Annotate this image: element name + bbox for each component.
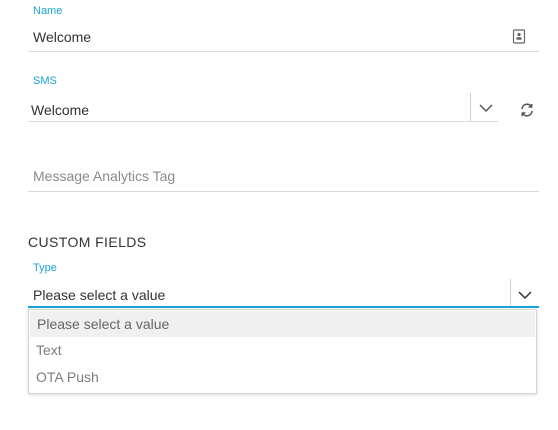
type-options-list: Please select a value Text OTA Push bbox=[28, 309, 537, 394]
option-text[interactable]: Text bbox=[29, 337, 536, 363]
refresh-icon[interactable] bbox=[519, 102, 535, 118]
contact-card-icon[interactable] bbox=[512, 29, 526, 44]
name-label: Name bbox=[33, 5, 63, 17]
option-please-select[interactable]: Please select a value bbox=[30, 311, 535, 337]
sms-dropdown-divider bbox=[470, 93, 471, 121]
analytics-underline bbox=[28, 191, 539, 192]
type-label: Type bbox=[33, 262, 57, 274]
name-underline bbox=[28, 51, 539, 52]
name-value[interactable]: Welcome bbox=[33, 29, 91, 45]
sms-underline bbox=[28, 121, 498, 122]
type-dropdown-divider bbox=[510, 279, 511, 307]
chevron-down-icon[interactable] bbox=[478, 101, 494, 113]
type-select-value[interactable]: Please select a value bbox=[33, 287, 165, 303]
custom-fields-heading: CUSTOM FIELDS bbox=[28, 234, 147, 250]
analytics-tag-input[interactable]: Message Analytics Tag bbox=[33, 168, 175, 184]
sms-value[interactable]: Welcome bbox=[31, 102, 89, 118]
sms-label: SMS bbox=[33, 75, 57, 87]
chevron-down-icon[interactable] bbox=[517, 288, 533, 300]
type-underline-active bbox=[28, 306, 539, 308]
option-ota-push[interactable]: OTA Push bbox=[29, 364, 536, 390]
